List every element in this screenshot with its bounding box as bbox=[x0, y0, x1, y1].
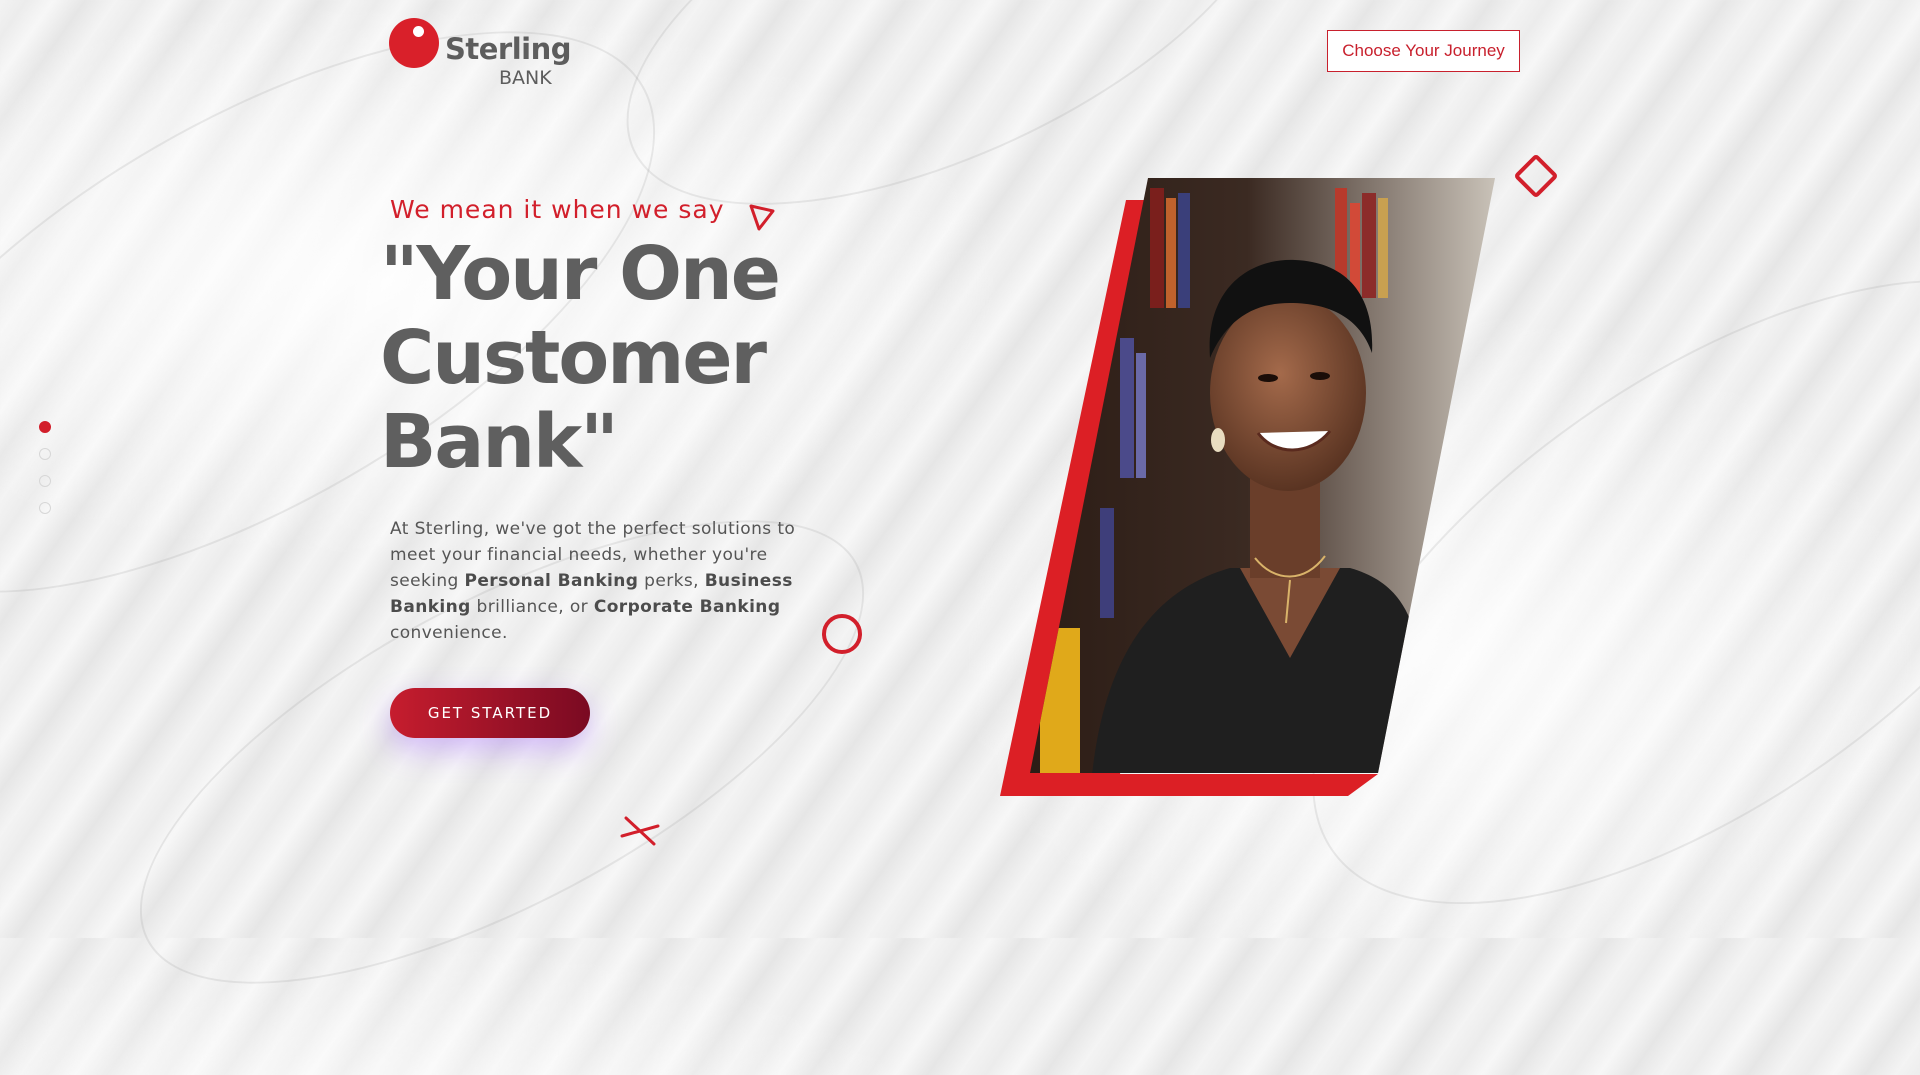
desc-highlight: Personal Banking bbox=[464, 571, 639, 591]
slider-dot[interactable] bbox=[39, 502, 51, 514]
hero-photo bbox=[1000, 178, 1495, 798]
cross-icon bbox=[620, 816, 660, 846]
triangle-outline-icon bbox=[749, 204, 775, 231]
desc-text: brilliance, or bbox=[470, 597, 594, 617]
desc-text: perks, bbox=[638, 571, 705, 591]
slider-dot[interactable] bbox=[39, 421, 51, 433]
ring-outline-icon bbox=[822, 614, 862, 654]
choose-journey-button[interactable]: Choose Your Journey bbox=[1327, 30, 1520, 72]
hero-tagline: We mean it when we say bbox=[390, 195, 725, 224]
slider-dot[interactable] bbox=[39, 475, 51, 487]
hero-description: At Sterling, we've got the perfect solut… bbox=[390, 516, 800, 646]
sterling-bank-logo[interactable]: Sterling BANK bbox=[389, 18, 572, 90]
logo-subtitle: BANK bbox=[499, 67, 552, 89]
desc-text: convenience. bbox=[390, 623, 508, 643]
desc-highlight: Corporate Banking bbox=[593, 597, 781, 617]
headline-line: "Your One bbox=[380, 231, 781, 317]
get-started-button[interactable]: GET STARTED bbox=[390, 688, 590, 738]
headline-line: Customer bbox=[380, 315, 767, 401]
slider-pagination bbox=[39, 421, 53, 529]
logo-wordmark: Sterling bbox=[445, 32, 572, 66]
hero-headline: "Your One Customer Bank" bbox=[380, 232, 800, 484]
headline-line: Bank" bbox=[380, 399, 619, 485]
logo-mark-icon bbox=[389, 18, 439, 68]
slider-dot[interactable] bbox=[39, 448, 51, 460]
customer-portrait-image bbox=[1000, 178, 1495, 796]
diamond-outline-icon bbox=[1515, 155, 1557, 197]
